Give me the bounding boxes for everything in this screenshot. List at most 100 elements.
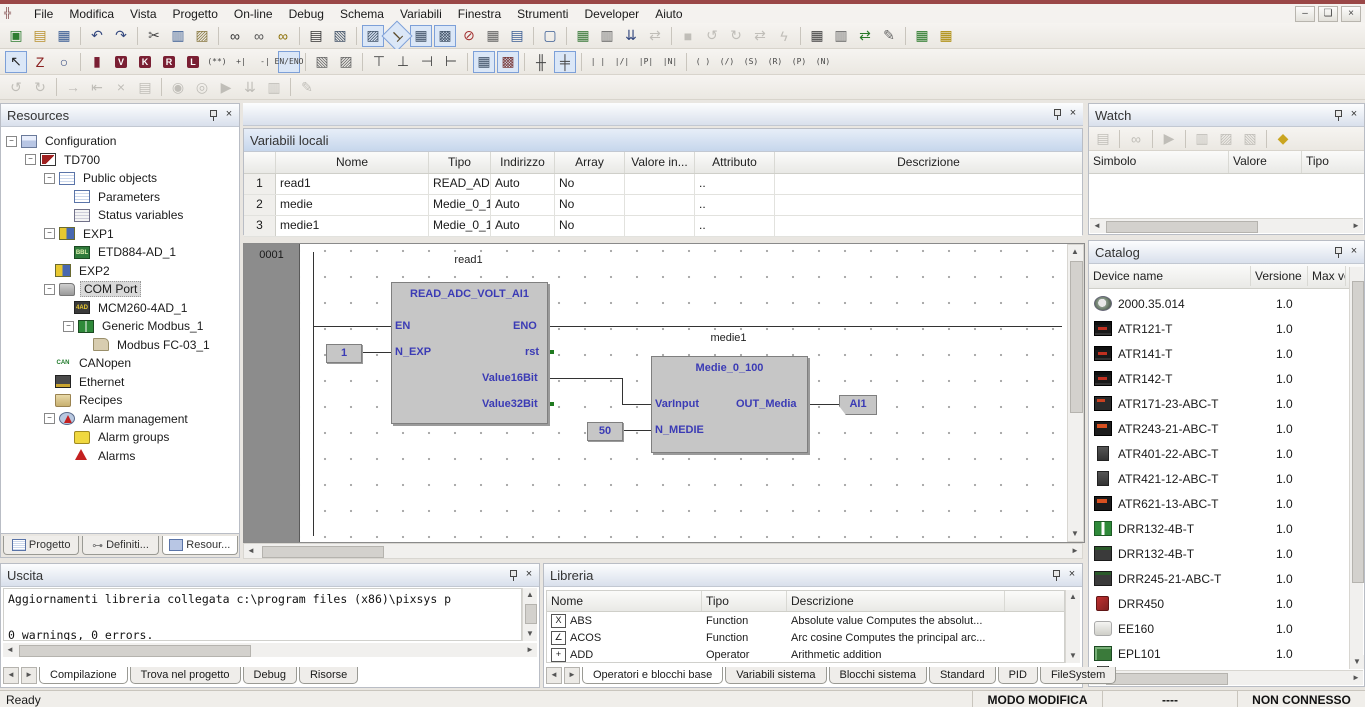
add-input-pin-icon[interactable]: +| <box>230 51 252 73</box>
copy-object-icon[interactable]: ▥ <box>830 25 852 47</box>
build-all-icon[interactable]: ▦ <box>410 25 432 47</box>
tree-item-parameters[interactable]: Parameters <box>2 188 238 207</box>
col-indirizzo[interactable]: Indirizzo <box>491 152 555 173</box>
tab-variabili-sistema[interactable]: Variabili sistema <box>725 667 826 684</box>
tree-item-alarms[interactable]: Alarms <box>2 447 238 466</box>
menu-variabili[interactable]: Variabili <box>392 5 450 23</box>
paste-icon[interactable]: ▨ <box>191 25 213 47</box>
pin-value16bit[interactable]: Value16Bit <box>482 372 538 384</box>
tree-item-status-variables[interactable]: Status variables <box>2 206 238 225</box>
col-device-name[interactable]: Device name <box>1089 266 1251 286</box>
zoom-mode-icon[interactable]: ○ <box>53 51 75 73</box>
output-vertical-scrollbar[interactable]: ▲ ▼ <box>522 588 537 641</box>
print-icon[interactable]: ▤ <box>305 25 327 47</box>
scroll-thumb[interactable] <box>1352 281 1364 583</box>
insert-coil-set-icon[interactable]: (S) <box>740 51 762 73</box>
menu-debug[interactable]: Debug <box>281 5 332 23</box>
insert-coil-negated-icon[interactable]: (/) <box>716 51 738 73</box>
col-nome[interactable]: Nome <box>276 152 429 173</box>
open-project-icon[interactable]: ▤ <box>29 25 51 47</box>
menu-strumenti[interactable]: Strumenti <box>509 5 576 23</box>
library-row[interactable]: ∠ ACOS Function Arc cosine Computes the … <box>547 629 1064 646</box>
col-valore[interactable]: Valore <box>1229 151 1302 173</box>
constant-value[interactable]: 50 <box>587 422 623 441</box>
insert-contact-icon[interactable]: | | <box>587 51 609 73</box>
full-screen-icon[interactable]: ▢ <box>539 25 561 47</box>
scroll-thumb[interactable] <box>1106 673 1228 685</box>
pin-eno[interactable]: ENO <box>513 320 537 332</box>
menu-finestra[interactable]: Finestra <box>450 5 509 23</box>
find-in-project-icon[interactable]: ∞ <box>272 25 294 47</box>
pin-icon[interactable] <box>508 569 519 581</box>
save-project-icon[interactable]: ▦ <box>53 25 75 47</box>
pin-icon[interactable] <box>1051 569 1062 581</box>
close-icon[interactable]: × <box>1348 246 1360 258</box>
insert-coil-negative-icon[interactable]: (N) <box>812 51 834 73</box>
snap-to-grid-icon[interactable]: ▩ <box>497 51 519 73</box>
local-variable-row[interactable]: 3 medie1 Medie_0_100 Auto No .. <box>244 216 1082 237</box>
tab-resources[interactable]: Resour... <box>162 536 238 555</box>
pin-outmedia[interactable]: OUT_Media <box>736 398 797 410</box>
restore-button[interactable]: ❏ <box>1318 6 1338 22</box>
fbd-vertical-scrollbar[interactable]: ▲ ▼ <box>1067 244 1084 542</box>
logic-analyzer-icon[interactable]: ▦ <box>935 25 957 47</box>
close-icon[interactable]: × <box>1066 569 1078 581</box>
tab-compilazione[interactable]: Compilazione <box>39 667 128 684</box>
tab-operatori-blocchi-base[interactable]: Operatori e blocchi base <box>582 667 723 684</box>
connection-mode-icon[interactable]: Z <box>29 51 51 73</box>
fbd-horizontal-scrollbar[interactable]: ◄ ► <box>243 543 1083 559</box>
col-versione[interactable]: Versione <box>1251 266 1308 286</box>
minimize-button[interactable]: – <box>1295 6 1315 22</box>
col-descrizione[interactable]: Descrizione <box>787 591 1005 611</box>
tab-scroll-left[interactable]: ◄ <box>3 667 19 684</box>
menu-progetto[interactable]: Progetto <box>165 5 226 23</box>
tab-debug[interactable]: Debug <box>243 667 297 684</box>
insert-constant-icon[interactable]: K <box>134 51 156 73</box>
constant-value[interactable]: 1 <box>326 344 362 363</box>
col-tipo[interactable]: Tipo <box>702 591 787 611</box>
tree-item-alarm-groups[interactable]: Alarm groups <box>2 428 238 447</box>
local-variable-row[interactable]: 2 medie Medie_0_100 Auto No .. <box>244 195 1082 216</box>
scroll-up-arrow[interactable]: ▲ <box>523 588 537 602</box>
tab-progetto[interactable]: Progetto <box>3 536 79 555</box>
tree-item-ethernet[interactable]: Ethernet <box>2 373 238 392</box>
collapse-icon[interactable]: − <box>44 413 55 424</box>
pin-icon[interactable] <box>208 109 219 121</box>
tree-item-exp1[interactable]: −EXP1 <box>2 225 238 244</box>
menu-online[interactable]: On-line <box>226 5 281 23</box>
scroll-right-arrow[interactable]: ► <box>1349 671 1363 685</box>
insert-contact-negated-icon[interactable]: |/| <box>611 51 633 73</box>
scroll-thumb[interactable] <box>19 645 251 657</box>
tree-item-etd884[interactable]: BBLETD884-AD_1 <box>2 243 238 262</box>
close-icon[interactable]: × <box>223 109 235 121</box>
insert-contact-negative-icon[interactable]: |N| <box>659 51 681 73</box>
pin-icon[interactable] <box>1333 109 1344 121</box>
scroll-right-arrow[interactable]: ► <box>523 643 537 657</box>
watch-horizontal-scrollbar[interactable]: ◄ ► <box>1090 218 1363 233</box>
scroll-left-arrow[interactable]: ◄ <box>3 643 17 657</box>
catalog-row[interactable]: ATR421-12-ABC-T1.0 <box>1090 466 1349 491</box>
vertical-spacing-icon[interactable]: ╪ <box>554 51 576 73</box>
scroll-thumb[interactable] <box>1070 261 1083 413</box>
scroll-down-arrow[interactable]: ▼ <box>1350 655 1364 669</box>
simulator-icon[interactable]: ▦ <box>572 25 594 47</box>
cross-reference-icon[interactable]: ▦ <box>806 25 828 47</box>
find-icon[interactable]: ∞ <box>224 25 246 47</box>
close-button[interactable]: × <box>1341 6 1361 22</box>
fbd-canvas[interactable]: read1 READ_ADC_VOLT_AI1 EN N_EXP ENO rst… <box>300 244 1066 542</box>
collapse-icon[interactable]: − <box>44 228 55 239</box>
object-browser-icon[interactable]: ▤ <box>506 25 528 47</box>
col-nome[interactable]: Nome <box>547 591 702 611</box>
compile-disabled-icon[interactable]: ⊘ <box>458 25 480 47</box>
col-tipo[interactable]: Tipo <box>1302 151 1364 173</box>
catalog-row[interactable]: EE1601.0 <box>1090 616 1349 641</box>
tab-filesystem[interactable]: FileSystem <box>1040 667 1116 684</box>
catalog-row[interactable]: DRR4501.0 <box>1090 591 1349 616</box>
tab-trova-nel-progetto[interactable]: Trova nel progetto <box>130 667 241 684</box>
add-to-watch-icon[interactable]: ▦ <box>911 25 933 47</box>
catalog-horizontal-scrollbar[interactable]: ◄ ► <box>1090 670 1363 685</box>
tree-item-com-port[interactable]: −COM Port <box>2 280 238 299</box>
col-array[interactable]: Array <box>555 152 625 173</box>
insert-return-icon[interactable]: R <box>158 51 180 73</box>
catalog-row[interactable]: ATR401-22-ABC-T1.0 <box>1090 441 1349 466</box>
